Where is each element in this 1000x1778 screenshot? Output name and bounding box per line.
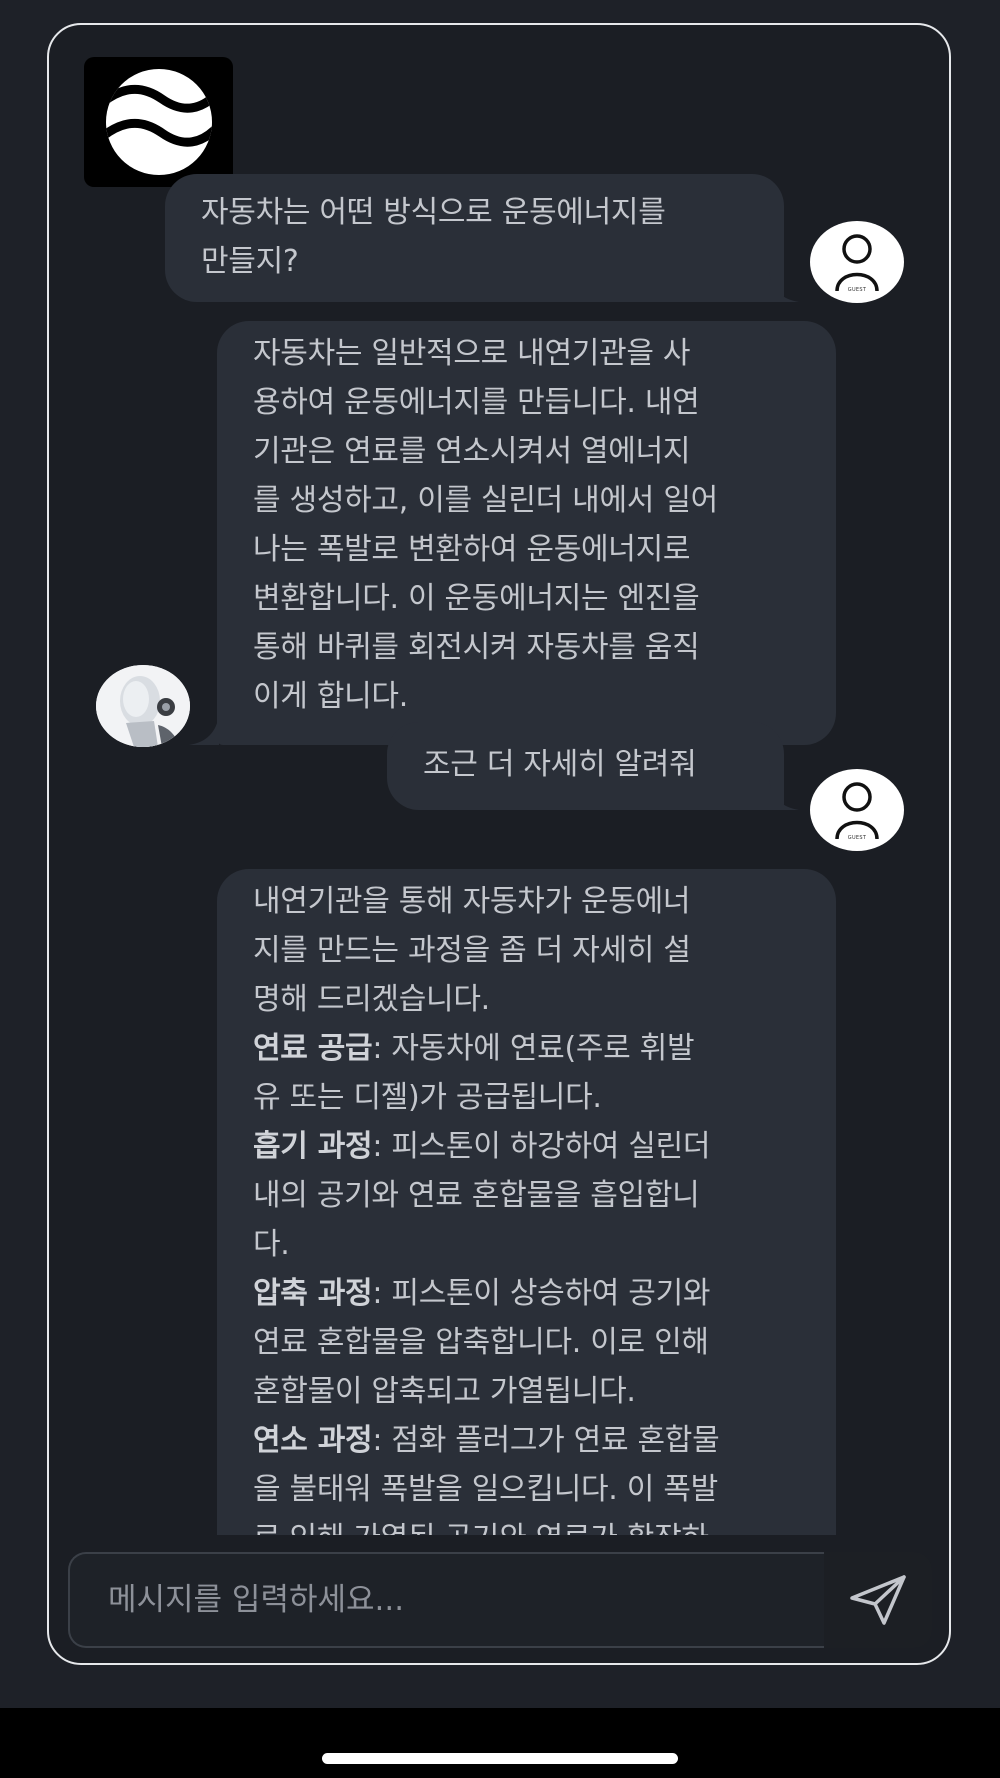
message-input[interactable] [68, 1552, 824, 1648]
step-text: : 점화 플러그가 연료 혼합물 [372, 1423, 720, 1458]
step-line: 압축 과정: 피스톤이 상승하여 공기와 [253, 1269, 800, 1318]
message-line: 연료 혼합물을 압축합니다. 이로 인해 [253, 1325, 709, 1360]
message-line: 기관은 연료를 연소시켜서 열에너지 [253, 434, 691, 469]
message-line: 변환합니다. 이 운동에너지는 엔진을 [253, 581, 700, 616]
guest-avatar-icon: GUEST [810, 221, 904, 303]
message-line: 혼합물이 압축되고 가열됩니다. [253, 1374, 636, 1409]
message-line: 지를 만드는 과정을 좀 더 자세히 설 [253, 933, 691, 968]
message-composer [68, 1552, 932, 1648]
home-indicator[interactable] [322, 1753, 678, 1764]
step-line: 연소 과정: 점화 플러그가 연료 혼합물 [253, 1416, 800, 1465]
send-button[interactable] [824, 1552, 932, 1648]
bubble-tail [769, 272, 799, 302]
user-message: 자동차는 어떤 방식으로 운동에너지를 만들지? [165, 174, 784, 302]
message-line: 내연기관을 통해 자동차가 운동에너 [253, 884, 691, 919]
step-title: 연료 공급 [253, 1031, 373, 1066]
message-line: 내의 공기와 연료 혼합물을 흡입합니 [253, 1178, 700, 1213]
message-line: 유 또는 디젤)가 공급됩니다. [253, 1080, 602, 1115]
guest-label: GUEST [847, 835, 867, 841]
bubble-tail [189, 715, 219, 745]
message-line: 용하여 운동에너지를 만듭니다. 내연 [253, 385, 700, 420]
step-text: : 피스톤이 상승하여 공기와 [372, 1276, 711, 1311]
user-message: 조근 더 자세히 알려줘 [387, 722, 784, 810]
message-line: 다. [253, 1227, 290, 1262]
step-line: 흡기 과정: 피스톤이 하강하여 실린더 [253, 1122, 800, 1171]
message-text: 자동차는 어떤 방식으로 운동에너지를 만들지? [201, 195, 666, 279]
message-line: 을 불태워 폭발을 일으킵니다. 이 폭발 [253, 1472, 718, 1507]
message-line: 를 생성하고, 이를 실린더 내에서 일어 [253, 483, 718, 518]
message-text: 조근 더 자세히 알려줘 [423, 747, 697, 782]
home-bar-area [0, 1708, 1000, 1778]
step-text: : 피스톤이 하강하여 실린더 [372, 1129, 711, 1164]
message-line: 나는 폭발로 변환하여 운동에너지로 [253, 532, 691, 567]
ai-message: 자동차는 일반적으로 내연기관을 사 용하여 운동에너지를 만듭니다. 내연 기… [217, 321, 836, 745]
message-line: 명해 드리겠습니다. [253, 982, 490, 1017]
step-title: 연소 과정 [253, 1423, 373, 1458]
message-line: 이게 합니다. [253, 679, 408, 714]
bubble-tail [769, 780, 799, 810]
send-icon [850, 1575, 906, 1625]
message-line: 로 인해 가열된 공기와 연료가 확장하 [253, 1514, 800, 1535]
message-line: 자동차는 일반적으로 내연기관을 사 [253, 336, 691, 371]
guest-label: GUEST [847, 287, 867, 293]
step-line: 연료 공급: 자동차에 연료(주로 휘발 [253, 1024, 800, 1073]
message-line: 통해 바퀴를 회전시켜 자동차를 움직 [253, 630, 700, 665]
step-title: 흡기 과정 [253, 1129, 373, 1164]
guest-avatar-icon: GUEST [810, 769, 904, 851]
waves-logo-icon [84, 57, 233, 187]
step-text: : 자동차에 연료(주로 휘발 [372, 1031, 695, 1066]
ai-message: 내연기관을 통해 자동차가 운동에너 지를 만드는 과정을 좀 더 자세히 설 … [217, 869, 836, 1535]
robot-avatar [96, 665, 190, 747]
chat-area[interactable]: 자동차는 어떤 방식으로 운동에너지를 만들지? GUEST 자동차는 일반적으… [49, 25, 949, 1535]
step-title: 압축 과정 [253, 1276, 373, 1311]
